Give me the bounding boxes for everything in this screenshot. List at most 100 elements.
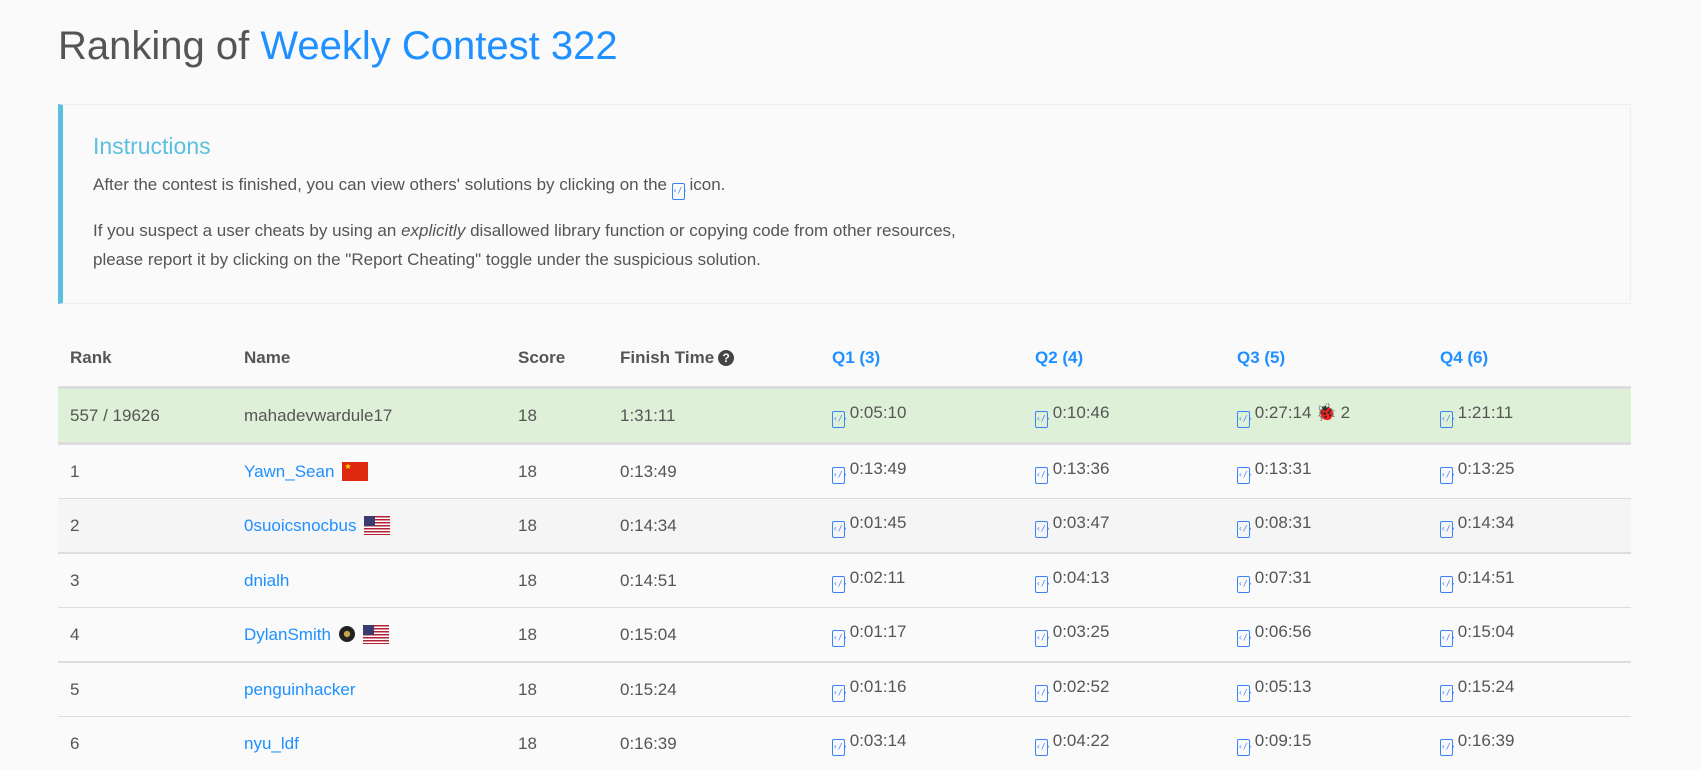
question-time-cell: 0:16:39	[1428, 717, 1631, 770]
code-file-icon[interactable]	[832, 739, 845, 756]
column-header-q3-5[interactable]: Q3 (5)	[1225, 330, 1428, 388]
user-link[interactable]: nyu_ldf	[244, 734, 299, 753]
question-time-cell: 0:03:25	[1023, 608, 1225, 663]
code-file-icon[interactable]	[832, 411, 845, 428]
name-cell: dnialh	[232, 553, 506, 608]
user-link[interactable]: Yawn_Sean	[244, 462, 334, 481]
score-cell: 18	[506, 608, 608, 663]
user-link[interactable]: 0suoicsnocbus	[244, 516, 356, 535]
score-cell: 18	[506, 662, 608, 717]
question-time-cell: 0:01:17	[820, 608, 1023, 663]
rank-cell: 4	[58, 608, 232, 663]
code-file-icon[interactable]	[1035, 576, 1048, 593]
code-file-icon[interactable]	[832, 630, 845, 647]
name-cell: DylanSmith	[232, 608, 506, 663]
score-cell: 18	[506, 717, 608, 770]
question-time-cell: 0:13:31	[1225, 444, 1428, 499]
column-header-finish-time: Finish Time?	[608, 330, 820, 388]
code-file-icon[interactable]	[1237, 685, 1250, 702]
china-flag-icon	[342, 462, 368, 481]
question-time-cell: 0:09:15	[1225, 717, 1428, 770]
table-row: 2 0suoicsnocbus 18 0:14:34 0:01:45 0:03:…	[58, 499, 1631, 554]
column-header-q2-4[interactable]: Q2 (4)	[1023, 330, 1225, 388]
guardian-badge-icon	[339, 626, 355, 642]
table-row: 1 Yawn_Sean 18 0:13:49 0:13:49 0:13:36 0…	[58, 444, 1631, 499]
question-time-cell: 0:04:22	[1023, 717, 1225, 770]
name-cell: nyu_ldf	[232, 717, 506, 770]
question-time-cell: 0:08:31	[1225, 499, 1428, 554]
column-header-q1-3[interactable]: Q1 (3)	[820, 330, 1023, 388]
code-file-icon[interactable]	[1440, 630, 1453, 647]
instructions-text-1: After the contest is finished, you can v…	[93, 170, 1630, 200]
code-file-icon[interactable]	[1440, 467, 1453, 484]
question-time-cell: 0:15:04	[1428, 608, 1631, 663]
bug-icon: 🐞	[1315, 403, 1336, 422]
rank-cell: 6	[58, 717, 232, 770]
usa-flag-icon	[364, 516, 390, 535]
question-time-cell: 0:01:45	[820, 499, 1023, 554]
finish-time-cell: 0:14:34	[608, 499, 820, 554]
code-file-icon[interactable]	[832, 521, 845, 538]
rank-cell: 5	[58, 662, 232, 717]
score-cell: 18	[506, 553, 608, 608]
question-time-cell: 0:07:31	[1225, 553, 1428, 608]
table-row: 5 penguinhacker 18 0:15:24 0:01:16 0:02:…	[58, 662, 1631, 717]
question-time-cell: 0:13:49	[820, 444, 1023, 499]
ranking-table: RankNameScoreFinish Time?Q1 (3)Q2 (4)Q3 …	[58, 330, 1631, 770]
rank-cell: 557 / 19626	[58, 388, 232, 444]
table-row: 6 nyu_ldf 18 0:16:39 0:03:14 0:04:22 0:0…	[58, 717, 1631, 770]
finish-time-cell: 0:14:51	[608, 553, 820, 608]
user-link[interactable]: dnialh	[244, 571, 289, 590]
code-file-icon[interactable]	[1440, 411, 1453, 428]
table-row: 4 DylanSmith 18 0:15:04 0:01:17 0:03:25 …	[58, 608, 1631, 663]
question-time-cell: 0:05:13	[1225, 662, 1428, 717]
question-time-cell: 0:06:56	[1225, 608, 1428, 663]
user-link[interactable]: penguinhacker	[244, 680, 356, 699]
code-file-icon[interactable]	[832, 576, 845, 593]
code-file-icon[interactable]	[1035, 739, 1048, 756]
score-cell: 18	[506, 444, 608, 499]
code-file-icon[interactable]	[1237, 739, 1250, 756]
wrong-submission-count: 2	[1341, 403, 1350, 422]
code-file-icon[interactable]	[832, 467, 845, 484]
question-time-cell: 0:10:46	[1023, 388, 1225, 444]
code-file-icon[interactable]	[1237, 630, 1250, 647]
question-time-cell: 0:13:36	[1023, 444, 1225, 499]
code-file-icon[interactable]	[1035, 685, 1048, 702]
code-file-icon[interactable]	[1035, 411, 1048, 428]
code-file-icon[interactable]	[1440, 576, 1453, 593]
rank-cell: 3	[58, 553, 232, 608]
page-title: Ranking of Weekly Contest 322	[58, 24, 618, 69]
question-time-cell: 1:21:11	[1428, 388, 1631, 444]
code-file-icon[interactable]	[1237, 467, 1250, 484]
finish-time-cell: 0:13:49	[608, 444, 820, 499]
user-link[interactable]: DylanSmith	[244, 625, 331, 644]
code-file-icon[interactable]	[1035, 630, 1048, 647]
code-file-icon[interactable]	[832, 685, 845, 702]
code-file-icon[interactable]	[1237, 576, 1250, 593]
finish-time-cell: 0:15:24	[608, 662, 820, 717]
instructions-heading: Instructions	[93, 133, 1630, 160]
rank-cell: 2	[58, 499, 232, 554]
contest-link[interactable]: Weekly Contest 322	[260, 24, 617, 68]
column-header-score: Score	[506, 330, 608, 388]
question-time-cell: 0:03:14	[820, 717, 1023, 770]
question-time-cell: 0:14:51	[1428, 553, 1631, 608]
column-header-q4-6[interactable]: Q4 (6)	[1428, 330, 1631, 388]
question-time-cell: 0:14:34	[1428, 499, 1631, 554]
username: mahadevwardule17	[232, 388, 506, 444]
code-file-icon[interactable]	[1035, 521, 1048, 538]
code-file-icon[interactable]	[1440, 739, 1453, 756]
code-file-icon[interactable]	[1035, 467, 1048, 484]
question-time-cell: 0:13:25	[1428, 444, 1631, 499]
name-cell: Yawn_Sean	[232, 444, 506, 499]
code-file-icon[interactable]	[1237, 411, 1250, 428]
rank-cell: 1	[58, 444, 232, 499]
code-file-icon[interactable]	[1237, 521, 1250, 538]
code-file-icon	[672, 183, 685, 200]
question-time-cell: 0:05:10	[820, 388, 1023, 444]
help-icon[interactable]: ?	[718, 350, 734, 366]
code-file-icon[interactable]	[1440, 521, 1453, 538]
score-cell: 18	[506, 499, 608, 554]
code-file-icon[interactable]	[1440, 685, 1453, 702]
